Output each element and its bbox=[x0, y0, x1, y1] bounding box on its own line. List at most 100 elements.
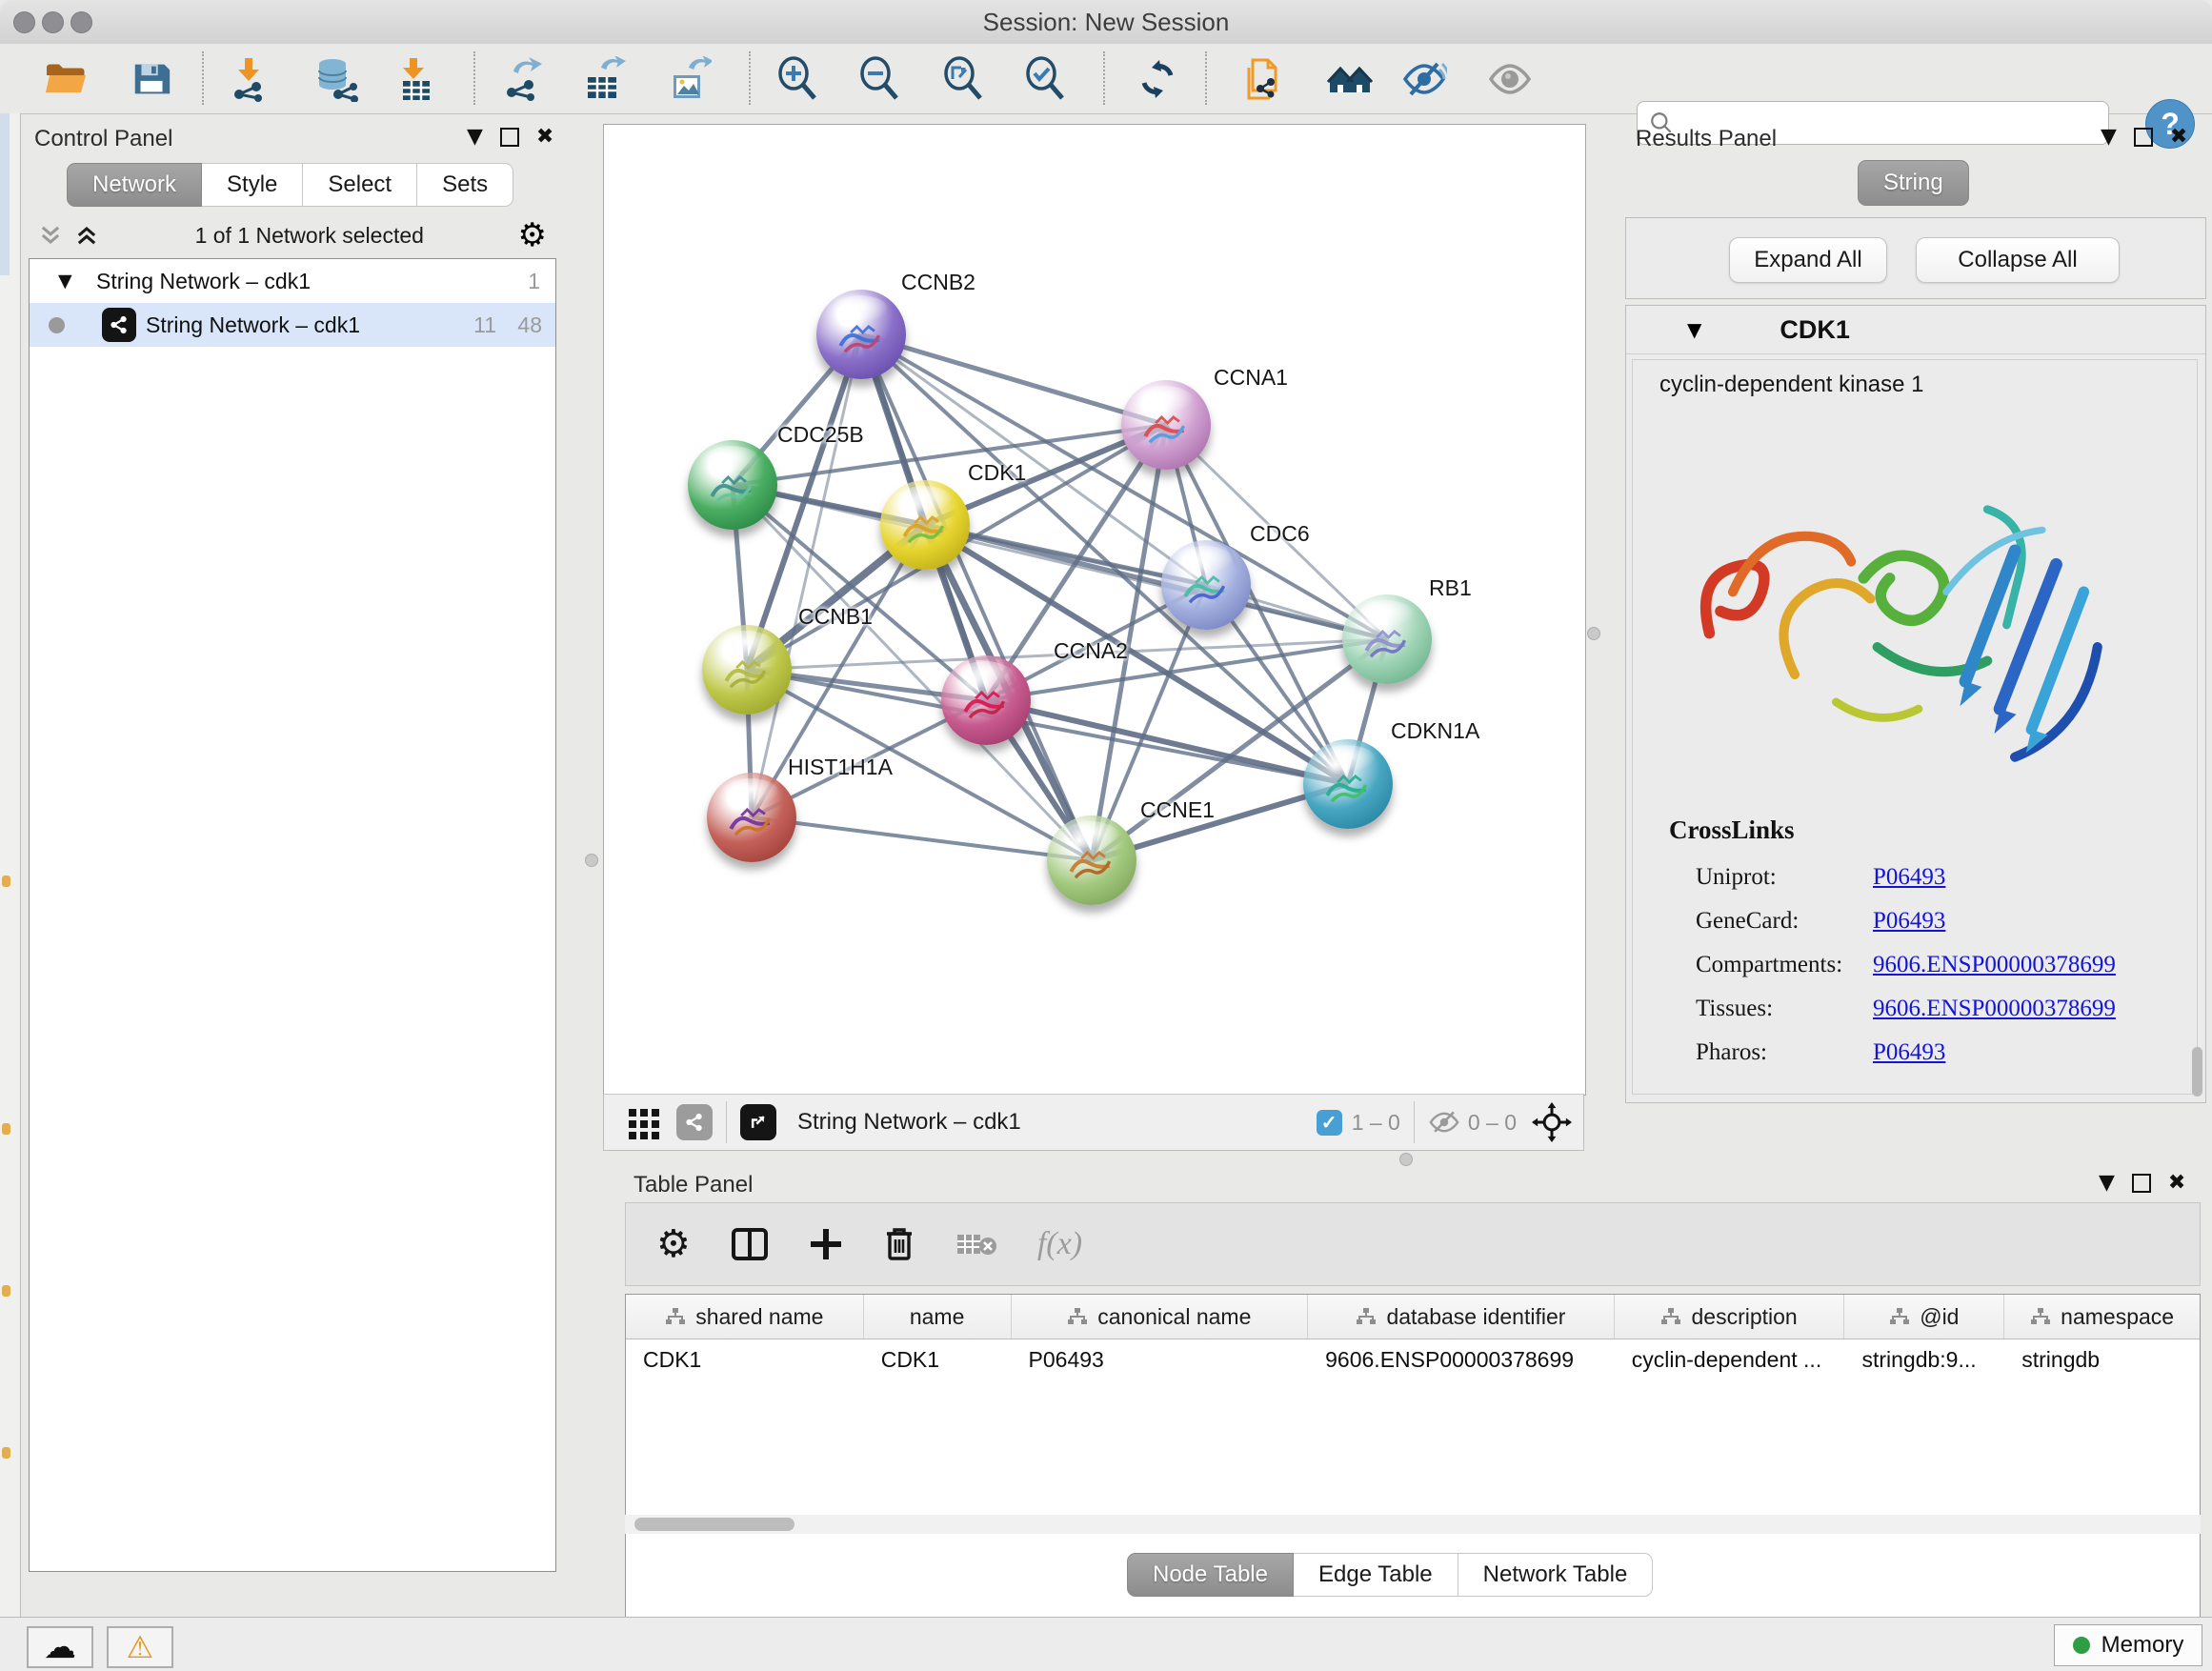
panel-maximize-icon[interactable] bbox=[500, 128, 519, 147]
cell-description[interactable]: cyclin-dependent ... bbox=[1615, 1339, 1845, 1383]
network-node-ccna2[interactable] bbox=[941, 655, 1031, 745]
crosslink-tissues-link[interactable]: 9606.ENSP00000378699 bbox=[1873, 987, 2116, 1031]
table-panel: Table Panel ▼ ✖ ⚙ f(x) shared name name … bbox=[613, 1164, 2212, 1610]
network-node-ccne1[interactable] bbox=[1047, 815, 1136, 905]
column-header-shared-name[interactable]: shared name bbox=[626, 1295, 864, 1339]
zoom-in-icon[interactable] bbox=[774, 55, 821, 103]
panel-float-icon[interactable]: ▼ bbox=[467, 125, 483, 149]
cell-shared-name[interactable]: CDK1 bbox=[626, 1339, 864, 1383]
tab-sets[interactable]: Sets bbox=[417, 163, 513, 207]
network-node-ccnb2[interactable] bbox=[816, 290, 906, 379]
right-splitter-handle[interactable] bbox=[1587, 627, 1600, 640]
save-session-icon[interactable] bbox=[128, 55, 175, 103]
selected-checkbox[interactable]: ✓ bbox=[1317, 1110, 1342, 1136]
tab-network[interactable]: Network bbox=[67, 163, 202, 207]
panel-close-icon[interactable]: ✖ bbox=[2170, 125, 2187, 149]
left-splitter-handle[interactable] bbox=[585, 854, 598, 867]
network-node-cdk1[interactable] bbox=[880, 480, 970, 570]
export-image-icon[interactable] bbox=[665, 55, 713, 103]
home-icon[interactable] bbox=[1326, 55, 1374, 103]
delete-column-icon[interactable] bbox=[883, 1226, 915, 1262]
tab-string[interactable]: String bbox=[1858, 160, 1969, 206]
network-options-gear-icon[interactable]: ⚙ bbox=[518, 216, 547, 254]
network-node-ccna1[interactable] bbox=[1121, 380, 1211, 470]
hide-panels-icon[interactable] bbox=[1400, 55, 1448, 103]
crosslink-compartments-link[interactable]: 9606.ENSP00000378699 bbox=[1873, 943, 2116, 987]
title-bar[interactable]: Session: New Session bbox=[0, 0, 2212, 45]
zoom-selected-icon[interactable] bbox=[1021, 55, 1069, 103]
zoom-fit-icon[interactable] bbox=[939, 55, 987, 103]
tab-select[interactable]: Select bbox=[303, 163, 417, 207]
app-store-cloud-button[interactable]: ☁ bbox=[27, 1626, 93, 1668]
crosslink-pharos-link[interactable]: P06493 bbox=[1873, 1031, 1945, 1075]
duplicate-network-icon[interactable] bbox=[1238, 55, 1286, 103]
collapse-all-icon[interactable] bbox=[36, 222, 65, 249]
cell-name[interactable]: CDK1 bbox=[864, 1339, 1012, 1383]
import-network-icon[interactable] bbox=[225, 55, 272, 103]
export-network-icon[interactable] bbox=[499, 55, 547, 103]
cell-canonical-name[interactable]: P06493 bbox=[1012, 1339, 1309, 1383]
tab-network-table[interactable]: Network Table bbox=[1458, 1553, 1654, 1597]
panel-float-icon[interactable]: ▼ bbox=[2101, 125, 2117, 149]
network-row[interactable]: String Network – cdk1 11 48 bbox=[30, 303, 555, 347]
panel-close-icon[interactable]: ✖ bbox=[2168, 1171, 2185, 1195]
cell-id[interactable]: stringdb:9... bbox=[1844, 1339, 2004, 1383]
network-collection-row[interactable]: ▼ String Network – cdk1 1 bbox=[30, 259, 555, 303]
crosslink-label: Compartments: bbox=[1696, 952, 1842, 977]
column-header-id[interactable]: @id bbox=[1844, 1295, 2004, 1339]
column-header-canonical-name[interactable]: canonical name bbox=[1012, 1295, 1309, 1339]
table-row[interactable]: CDK1 CDK1 P06493 9606.ENSP00000378699 cy… bbox=[626, 1339, 2200, 1383]
panel-maximize-icon[interactable] bbox=[2134, 128, 2153, 147]
network-node-hist1h1a[interactable] bbox=[707, 773, 796, 862]
show-columns-icon[interactable] bbox=[731, 1227, 769, 1261]
delete-table-icon[interactable] bbox=[955, 1229, 997, 1259]
zoom-out-icon[interactable] bbox=[855, 55, 903, 103]
network-node-ccnb1[interactable] bbox=[702, 625, 792, 715]
panel-maximize-icon[interactable] bbox=[2132, 1174, 2151, 1193]
network-canvas[interactable]: CCNB2 CCNA1 CDC25B CDK1 CDC6 RB1 CCNB1 C… bbox=[603, 124, 1586, 1096]
fit-selected-crosshair-icon[interactable] bbox=[1532, 1102, 1572, 1142]
tree-expander-icon[interactable]: ▼ bbox=[58, 271, 72, 292]
status-bar: ☁ ⚠ Memory bbox=[0, 1617, 2212, 1671]
panel-close-icon[interactable]: ✖ bbox=[536, 125, 553, 149]
table-settings-gear-icon[interactable]: ⚙ bbox=[656, 1222, 691, 1266]
panel-float-icon[interactable]: ▼ bbox=[2099, 1171, 2115, 1195]
network-node-cdc6[interactable] bbox=[1161, 540, 1251, 630]
results-scrollbar-thumb[interactable] bbox=[2192, 1047, 2202, 1097]
memory-button[interactable]: Memory bbox=[2054, 1624, 2202, 1666]
open-session-icon[interactable] bbox=[42, 55, 90, 103]
import-database-icon[interactable] bbox=[312, 55, 360, 103]
show-eye-icon[interactable] bbox=[1486, 55, 1534, 103]
refresh-layout-icon[interactable] bbox=[1134, 55, 1181, 103]
column-header-namespace[interactable]: namespace bbox=[2004, 1295, 2200, 1339]
expand-all-button[interactable]: Expand All bbox=[1729, 237, 1887, 283]
crosslink-genecard-link[interactable]: P06493 bbox=[1873, 899, 1945, 943]
tab-style[interactable]: Style bbox=[202, 163, 303, 207]
add-column-icon[interactable] bbox=[809, 1227, 843, 1261]
gene-expander-icon[interactable]: ▼ bbox=[1687, 318, 1701, 341]
network-node-cdkn1a[interactable] bbox=[1303, 739, 1393, 829]
table-horizontal-scrollbar[interactable] bbox=[625, 1515, 2201, 1534]
scrollbar-thumb[interactable] bbox=[634, 1518, 794, 1531]
column-header-database-identifier[interactable]: database identifier bbox=[1308, 1295, 1615, 1339]
export-table-icon[interactable] bbox=[579, 55, 627, 103]
cell-database-identifier[interactable]: 9606.ENSP00000378699 bbox=[1308, 1339, 1615, 1383]
birdseye-view-icon[interactable] bbox=[627, 1105, 661, 1139]
collapse-all-button[interactable]: Collapse All bbox=[1916, 237, 2120, 283]
network-node-cdc25b[interactable] bbox=[688, 440, 777, 530]
cell-namespace[interactable]: stringdb bbox=[2004, 1339, 2200, 1383]
function-builder-icon[interactable]: f(x) bbox=[1037, 1226, 1082, 1262]
column-header-name[interactable]: name bbox=[864, 1295, 1012, 1339]
import-table-icon[interactable] bbox=[392, 55, 440, 103]
tab-node-table[interactable]: Node Table bbox=[1127, 1553, 1294, 1597]
column-header-description[interactable]: description bbox=[1615, 1295, 1845, 1339]
crosslink-uniprot-link[interactable]: P06493 bbox=[1873, 856, 1945, 899]
memory-label: Memory bbox=[2101, 1632, 2184, 1659]
expand-all-icon[interactable] bbox=[72, 222, 101, 249]
open-in-new-window-icon[interactable] bbox=[740, 1104, 776, 1140]
network-node-rb1[interactable] bbox=[1342, 594, 1432, 684]
background-window-strip bbox=[0, 113, 21, 1617]
string-style-icon[interactable] bbox=[676, 1104, 713, 1140]
tab-edge-table[interactable]: Edge Table bbox=[1294, 1553, 1458, 1597]
warnings-button[interactable]: ⚠ bbox=[107, 1626, 173, 1668]
